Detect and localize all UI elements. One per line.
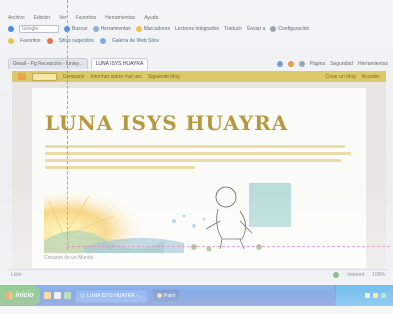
- tab-gmail[interactable]: Gmail - Pg Recepción - lunisy...: [8, 58, 88, 69]
- blog-description-blurred: [45, 144, 353, 177]
- home-icon[interactable]: [276, 60, 283, 67]
- tab-luna-isys-huayra-label: LUNA ISYS HUAYRA: [95, 61, 144, 67]
- toolbar-traducir[interactable]: Traducir: [224, 26, 242, 32]
- security-zone[interactable]: Internet: [347, 272, 364, 278]
- paint-icon: [157, 293, 163, 298]
- search-input[interactable]: Google: [19, 24, 59, 33]
- blog-search-field[interactable]: [32, 72, 57, 81]
- page-menu[interactable]: Página: [310, 61, 326, 67]
- blurred-text-lines: [45, 145, 351, 169]
- page-viewport: LUNA ISYS HUAYRA Corazón de un Mundo: [12, 82, 386, 268]
- menu-item-favoritos[interactable]: Favoritos: [76, 15, 97, 21]
- media-quick-launch-icon[interactable]: [64, 292, 71, 299]
- web-slice-icon: [99, 37, 106, 44]
- wrench-icon: [270, 25, 277, 32]
- tab-gmail-label: Gmail - Pg Recepción - lunisy...: [13, 61, 83, 67]
- menu-item-edicion[interactable]: Edición: [34, 15, 50, 21]
- print-icon[interactable]: [298, 60, 305, 67]
- task-paint-label: Paint: [164, 292, 176, 299]
- menu-item-ayuda[interactable]: Ayuda: [144, 15, 158, 21]
- toolbar-lectores[interactable]: Lectores integrados: [175, 26, 219, 32]
- suggested-sites-icon: [46, 37, 53, 44]
- zoom-level[interactable]: 100%: [372, 272, 385, 278]
- search-toolbar: Google Buscar Herramientas Marcadores Le…: [8, 22, 388, 35]
- blog-header-image: [44, 181, 294, 253]
- tools-menu[interactable]: Herramientas: [358, 61, 388, 67]
- toolbar-lectores-label: Lectores integrados: [174, 25, 219, 32]
- toolbar-herramientas-label: Herramientas: [100, 25, 131, 32]
- sign-in-link[interactable]: Acceder: [362, 74, 380, 80]
- toolbar-configuracion[interactable]: Configuración: [270, 25, 310, 32]
- toolbar-traducir-label: Traducir: [223, 25, 243, 32]
- windows-taskbar: inicio LUNA ISYS HUAYRA - ... Paint: [0, 285, 393, 306]
- toolbar-configuracion-label: Configuración: [278, 25, 310, 32]
- image-caption: Corazón de un Mundo: [44, 255, 94, 261]
- tab-strip: Gmail - Pg Recepción - lunisy... LUNA IS…: [8, 56, 388, 69]
- blog-content: LUNA ISYS HUAYRA Corazón de un Mundo: [32, 88, 366, 268]
- status-right: Internet 100%: [333, 272, 385, 278]
- favorites-star-icon[interactable]: [8, 37, 14, 44]
- web-slice-gallery-link[interactable]: Galería de Web Slice: [112, 38, 159, 44]
- task-paint[interactable]: Paint: [152, 288, 181, 303]
- status-text: Listo: [11, 272, 22, 278]
- blog-title[interactable]: LUNA ISYS HUAYRA: [45, 111, 288, 135]
- toolbar-herramientas[interactable]: Herramientas: [92, 25, 131, 32]
- share-link[interactable]: Compartir: [63, 74, 85, 80]
- quick-launch: [44, 292, 71, 299]
- next-blog-link[interactable]: Siguiente blog: [148, 74, 180, 80]
- internet-zone-icon: [333, 272, 340, 278]
- desktop-quick-launch-icon[interactable]: [54, 292, 61, 299]
- blogbar-right: Crear un blog Acceder: [325, 74, 380, 80]
- search-button-label: Buscar: [72, 25, 88, 32]
- menu-item-archivo[interactable]: Archivo: [8, 15, 25, 21]
- tab-luna-isys-huayra[interactable]: LUNA ISYS HUAYRA: [90, 58, 149, 69]
- google-logo-icon: [8, 25, 14, 32]
- network-icon[interactable]: [365, 293, 370, 298]
- windows-logo-icon: [6, 292, 14, 299]
- volume-icon[interactable]: [373, 293, 378, 298]
- ie-icon: [80, 293, 85, 298]
- tools-icon: [92, 25, 99, 32]
- status-bar: Listo Internet 100%: [8, 269, 388, 280]
- ie-quick-launch-icon[interactable]: [44, 292, 51, 299]
- create-blog-link[interactable]: Crear un blog: [325, 74, 355, 80]
- horizontal-guide-line: [67, 246, 390, 247]
- security-tray-icon[interactable]: [381, 293, 386, 298]
- menu-item-ver[interactable]: Ver: [59, 15, 67, 21]
- favorites-toolbar: Favoritos Sitios sugeridos Galería de We…: [8, 35, 388, 46]
- favorites-button[interactable]: Favoritos: [20, 38, 41, 44]
- toolbar-marcadores[interactable]: Marcadores: [135, 25, 170, 32]
- task-ie[interactable]: LUNA ISYS HUAYRA - ...: [75, 288, 149, 303]
- toolbar-marcadores-label: Marcadores: [143, 25, 170, 32]
- start-button-label: inicio: [15, 292, 34, 299]
- vertical-guide-line: [67, 0, 68, 250]
- suggested-sites-link[interactable]: Sitios sugeridos: [59, 38, 94, 44]
- command-bar: Página Seguridad Herramientas: [276, 58, 388, 69]
- security-menu[interactable]: Seguridad: [330, 61, 353, 67]
- star-icon: [135, 25, 142, 32]
- child-illustration-image: [44, 181, 294, 253]
- blogger-navbar: Compartir Informar sobre mal uso Siguien…: [12, 71, 386, 82]
- screenshot: Archivo Edición Ver Favoritos Herramient…: [0, 0, 393, 314]
- start-button[interactable]: inicio: [0, 286, 40, 305]
- blogger-logo-icon[interactable]: [18, 73, 26, 80]
- menu-item-herramientas[interactable]: Herramientas: [105, 15, 135, 21]
- toolbar-enviar[interactable]: Enviar a: [247, 26, 265, 32]
- feeds-icon[interactable]: [287, 60, 294, 67]
- system-tray: [335, 285, 393, 306]
- toolbar-enviar-label: Enviar a: [247, 25, 266, 32]
- report-abuse-link[interactable]: Informar sobre mal uso: [91, 74, 142, 80]
- task-ie-label: LUNA ISYS HUAYRA - ...: [87, 292, 144, 299]
